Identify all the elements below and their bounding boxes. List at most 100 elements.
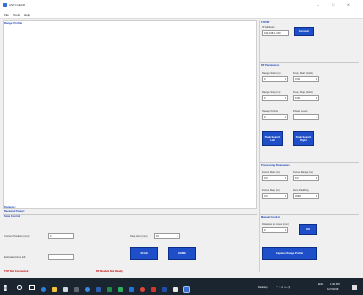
focus-start-label: Focus Start (m): [262, 171, 280, 174]
maximize-button[interactable]: □: [332, 3, 334, 7]
tcp-ip-title: TCP/IP: [261, 21, 270, 24]
app-darkblue-icon[interactable]: [162, 287, 167, 292]
manual-control-title: Manual Control: [261, 216, 280, 219]
current-position-label: Current Position (mm): [4, 235, 30, 238]
rf-status: RF Module Not Ready: [96, 270, 123, 273]
tray-icons[interactable]: ⌃ ◔ ⊙ ▭ ◁): [276, 286, 290, 289]
scan-divider: [3, 214, 257, 215]
range-profile-plot[interactable]: [3, 20, 257, 209]
focus-range-label: Focus Range (m): [293, 171, 314, 174]
close-button[interactable]: ✕: [347, 3, 350, 7]
processing-divider: [260, 214, 359, 215]
received-power-label: Received Power:: [4, 210, 25, 213]
freq-stop-value: 0.00: [295, 97, 301, 100]
app-blue-icon[interactable]: [129, 287, 134, 292]
clock-time[interactable]: 1:40 PM: [330, 283, 340, 286]
edge-icon[interactable]: [41, 287, 46, 292]
step-size-value: 10: [156, 235, 159, 238]
distance-to-move-field[interactable]: 0 ⇕: [262, 227, 288, 233]
focus-start-value: 0.0: [264, 177, 268, 180]
estimated-time-label: Estimated time left: [4, 256, 26, 259]
scan-control-title: Scan Control: [4, 215, 21, 218]
app-red-icon[interactable]: [151, 287, 156, 292]
zero-padding-value: 2048: [295, 195, 301, 198]
spinner-icon: ⇕: [315, 177, 318, 180]
spinner-icon: ⇕: [284, 97, 287, 100]
spinner-icon: ⇕: [315, 97, 318, 100]
app-green-icon[interactable]: [118, 287, 123, 292]
ip-address-value: 192.168.1.100: [264, 32, 281, 35]
range-stop-label: Range Stop (m): [262, 91, 281, 94]
focus-range-value: 0.0: [295, 177, 299, 180]
ie-icon[interactable]: [85, 287, 90, 292]
minimize-button[interactable]: –: [317, 3, 319, 7]
tcp-divider: [260, 62, 359, 63]
asti-gear-task-icon[interactable]: [183, 286, 190, 293]
ip-address-label: IP Address: [262, 26, 275, 29]
task-view-icon[interactable]: [29, 285, 35, 290]
chrome-icon[interactable]: [140, 287, 145, 292]
focus-range-field[interactable]: 0.0 ⇕: [293, 175, 319, 181]
clock-date[interactable]: 11/7/2018: [327, 288, 338, 291]
range-stop-value: 0: [264, 97, 266, 100]
spinner-icon: ⇕: [284, 78, 287, 81]
menu-help[interactable]: Help: [24, 13, 30, 17]
sweep-points-value: 0: [264, 116, 266, 119]
menu-bar: [0, 11, 363, 19]
rf-divider: [260, 162, 359, 163]
sweep-points-label: Sweep Points: [262, 110, 278, 113]
freq-start-value: 0.00: [295, 78, 301, 81]
calculator-icon[interactable]: [74, 287, 79, 292]
scan-button[interactable]: SCAN: [130, 247, 158, 260]
spinner-icon: ⇕: [315, 78, 318, 81]
excel-icon[interactable]: [107, 287, 112, 292]
estimated-time-field[interactable]: [48, 254, 74, 260]
window-title: ASTI GEAR: [9, 3, 26, 7]
focus-step-label: Focus Step (m): [262, 189, 280, 192]
power-level-label: Power Level: [293, 110, 308, 113]
menu-file[interactable]: File: [4, 13, 9, 17]
chevron-down-icon: ⌄: [315, 116, 318, 119]
rf-parameters-title: RF Parameters: [261, 64, 280, 67]
peak-search-left-button[interactable]: Peak Search Left: [262, 131, 283, 146]
range-stop-field[interactable]: 0 ⇕: [262, 95, 288, 101]
focus-start-field[interactable]: 0.0 ⇕: [262, 175, 288, 181]
freq-start-field[interactable]: 0.00 ⇕: [293, 76, 319, 82]
go-button[interactable]: GO: [299, 224, 317, 235]
folder-icon[interactable]: [52, 287, 57, 292]
zero-padding-label: Zero Padding: [293, 189, 309, 192]
ip-address-field[interactable]: 192.168.1.100: [262, 30, 289, 36]
peak-search-right-button[interactable]: Peak Search Right: [293, 131, 314, 146]
capture-range-profile-button[interactable]: Capture Range Profile: [262, 247, 317, 260]
connect-button[interactable]: Connect: [294, 27, 314, 36]
word-icon[interactable]: [96, 287, 101, 292]
step-size-select[interactable]: 10 ⌄: [154, 233, 180, 239]
title-bar: [0, 0, 363, 11]
step-size-label: Step size (mm): [130, 235, 148, 238]
menu-tools[interactable]: Tools: [13, 13, 20, 17]
app-white-icon[interactable]: [173, 287, 178, 292]
focus-step-field[interactable]: 0.0 ⇕: [262, 193, 288, 199]
range-start-field[interactable]: 0 ⇕: [262, 76, 288, 82]
power-level-select[interactable]: ⌄: [293, 114, 319, 120]
distance-label: Distance:: [4, 206, 16, 209]
distance-to-move-label: Distance to move (mm): [262, 223, 289, 226]
freq-stop-field[interactable]: 0.00 ⇕: [293, 95, 319, 101]
spinner-icon: ⇕: [315, 195, 318, 198]
current-position-field[interactable]: 0: [48, 233, 74, 239]
search-icon[interactable]: [17, 285, 22, 290]
range-profile-title: Range Profile: [4, 21, 23, 25]
range-start-value: 0: [264, 78, 266, 81]
store-icon[interactable]: [63, 287, 68, 292]
zero-padding-field[interactable]: 2048 ⇕: [293, 193, 319, 199]
current-position-value: 0: [50, 235, 52, 238]
notification-icon[interactable]: [352, 285, 357, 290]
language-indicator[interactable]: ENG: [318, 283, 323, 286]
desktop-label[interactable]: Desktop: [258, 286, 268, 289]
home-button[interactable]: HOME: [168, 247, 196, 260]
freq-stop-label: Freq. Stop (GHz): [293, 91, 313, 94]
sweep-points-field[interactable]: 0 ⇕: [262, 114, 288, 120]
focus-step-value: 0.0: [264, 195, 268, 198]
app-icon: [3, 3, 7, 7]
range-start-label: Range Start (m): [262, 72, 281, 75]
